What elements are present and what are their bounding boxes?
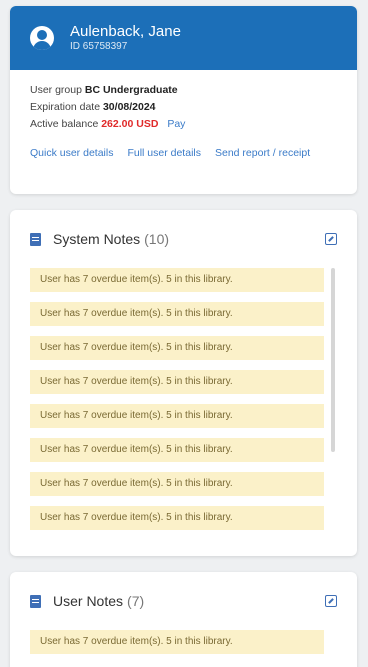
note-item: User has 7 overdue item(s). 5 in this li… — [30, 370, 324, 394]
system-notes-title: System Notes — [53, 231, 141, 247]
note-item: User has 7 overdue item(s). 5 in this li… — [30, 438, 324, 462]
user-notes-list: User has 7 overdue item(s). 5 in this li… — [30, 630, 337, 654]
user-notes-title: User Notes — [53, 593, 124, 609]
expiration-value: 30/08/2024 — [102, 101, 156, 113]
note-item: User has 7 overdue item(s). 5 in this li… — [30, 268, 324, 292]
system-notes-header: System Notes (10) — [30, 210, 337, 268]
user-header: Aulenback, Jane ID 65758397 — [10, 6, 357, 70]
user-group-label: User group — [30, 84, 82, 96]
balance-row: Active balance 262.00 USD Pay — [30, 116, 337, 133]
user-notes-header: User Notes (7) — [30, 572, 337, 630]
user-group-row: User group BC Undergraduate — [30, 82, 337, 99]
system-notes-list[interactable]: User has 7 overdue item(s). 5 in this li… — [30, 268, 337, 532]
user-links: Quick user details Full user details Sen… — [10, 133, 357, 159]
edit-notes-icon[interactable] — [325, 595, 337, 607]
user-card: Aulenback, Jane ID 65758397 User group B… — [10, 6, 357, 194]
full-user-details-link[interactable]: Full user details — [127, 147, 201, 159]
notes-icon — [30, 594, 41, 608]
send-report-receipt-link[interactable]: Send report / receipt — [215, 147, 310, 159]
system-notes-count: (10) — [144, 231, 170, 247]
note-item: User has 7 overdue item(s). 5 in this li… — [30, 630, 324, 654]
note-item: User has 7 overdue item(s). 5 in this li… — [30, 472, 324, 496]
system-notes-card: System Notes (10) User has 7 overdue ite… — [10, 210, 357, 556]
balance-label: Active balance — [30, 118, 99, 130]
user-id: ID 65758397 — [70, 41, 128, 52]
balance-value: 262.00 USD — [101, 118, 159, 130]
note-item: User has 7 overdue item(s). 5 in this li… — [30, 302, 324, 326]
expiration-label: Expiration date — [30, 101, 101, 113]
notes-icon — [30, 232, 41, 246]
edit-notes-icon[interactable] — [325, 233, 337, 245]
note-item: User has 7 overdue item(s). 5 in this li… — [30, 336, 324, 360]
pay-link[interactable]: Pay — [167, 118, 185, 130]
user-details: User group BC Undergraduate Expiration d… — [10, 70, 357, 133]
user-name: Aulenback, Jane — [70, 23, 181, 40]
notes-scrollbar[interactable] — [331, 268, 335, 452]
user-notes-card: User Notes (7) User has 7 overdue item(s… — [10, 572, 357, 667]
note-item: User has 7 overdue item(s). 5 in this li… — [30, 404, 324, 428]
user-group-value: BC Undergraduate — [84, 84, 178, 96]
note-item: User has 7 overdue item(s). 5 in this li… — [30, 506, 324, 530]
quick-user-details-link[interactable]: Quick user details — [30, 147, 113, 159]
user-avatar-icon — [30, 26, 54, 50]
expiration-row: Expiration date 30/08/2024 — [30, 99, 337, 116]
user-identity: Aulenback, Jane ID 65758397 — [70, 23, 181, 53]
user-notes-count: (7) — [127, 593, 145, 609]
